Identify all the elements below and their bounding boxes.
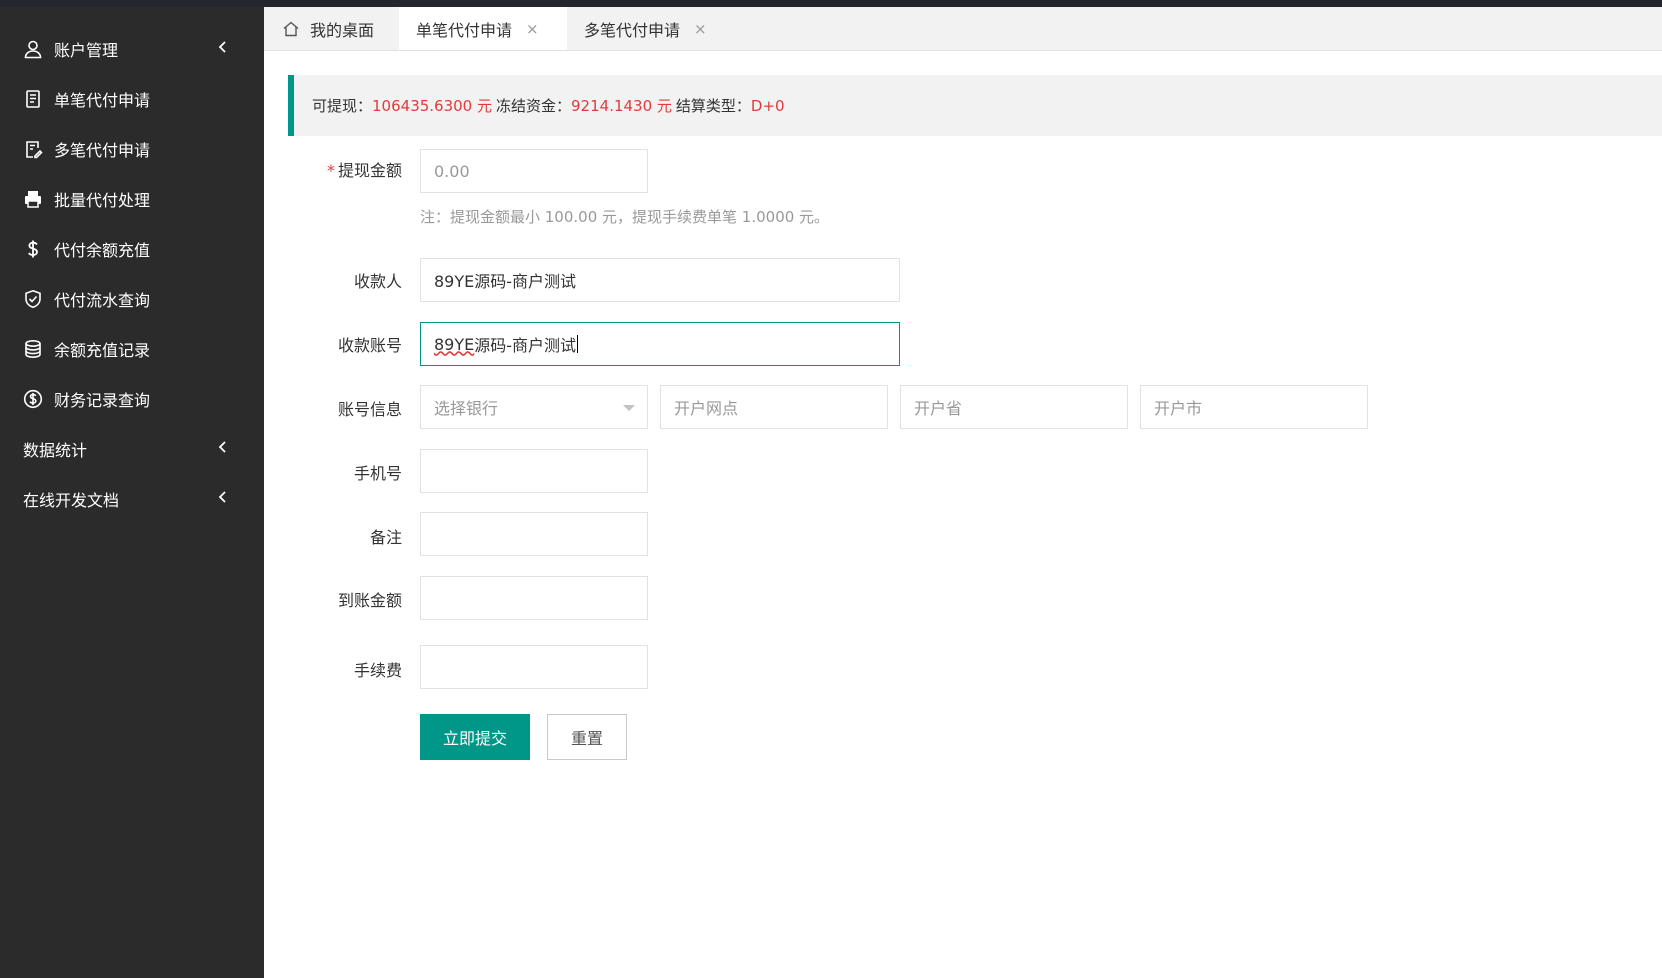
bankinfo-label: 账号信息: [337, 400, 402, 419]
sidebar-item-label: 财务记录查询: [54, 391, 151, 410]
payee-input[interactable]: 89YE源码-商户测试: [420, 258, 900, 302]
printer-icon: [22, 188, 44, 210]
arrival-amount-input[interactable]: [420, 576, 648, 620]
branch-input[interactable]: 开户网点: [660, 385, 888, 429]
remark-label: 备注: [369, 528, 402, 547]
sidebar-item-statistics[interactable]: 数据统计: [0, 429, 264, 469]
home-icon: [283, 21, 299, 36]
province-input[interactable]: 开户省: [900, 385, 1128, 429]
sidebar-item-label: 数据统计: [23, 441, 88, 460]
reset-button[interactable]: 重置: [547, 714, 627, 760]
arrival-amount-label: 到账金额: [337, 591, 402, 610]
tab-multi-payout[interactable]: 多笔代付申请 ×: [584, 7, 707, 50]
sidebar-item-single-payout[interactable]: 单笔代付申请: [0, 79, 264, 119]
balance-notice: 可提现： 106435.6300 元 冻结资金： 9214.1430 元 结算类…: [288, 75, 1662, 136]
bank-select[interactable]: 选择银行: [420, 385, 648, 429]
frozen-value: 9214.1430 元: [571, 97, 672, 115]
tab-single-payout[interactable]: 单笔代付申请 ×: [399, 7, 567, 50]
withdrawable-value: 106435.6300 元: [372, 97, 492, 115]
dollar-circle-icon: [22, 388, 44, 410]
document-icon: [22, 88, 44, 110]
sidebar-item-label: 单笔代付申请: [54, 91, 151, 110]
sidebar-item-label: 代付流水查询: [54, 291, 151, 310]
sidebar-item-topup-records[interactable]: 余额充值记录: [0, 329, 264, 369]
amount-input[interactable]: 0.00: [420, 149, 648, 193]
payee-label: 收款人: [353, 272, 402, 291]
database-icon: [22, 338, 44, 360]
sidebar-item-label: 批量代付处理: [54, 191, 151, 210]
close-icon[interactable]: ×: [526, 20, 539, 38]
user-icon: [22, 38, 44, 60]
close-icon[interactable]: ×: [694, 20, 707, 38]
sidebar-item-label: 在线开发文档: [23, 491, 120, 510]
phone-input[interactable]: [420, 449, 648, 493]
sidebar-item-multi-payout[interactable]: 多笔代付申请: [0, 129, 264, 169]
dollar-icon: [22, 238, 44, 260]
amount-label: * 提现金额: [326, 161, 402, 180]
sidebar-item-label: 代付余额充值: [54, 241, 151, 260]
sidebar-item-label: 账户管理: [54, 41, 119, 60]
phone-label: 手机号: [353, 464, 402, 483]
frozen-label: 冻结资金：: [496, 97, 572, 115]
sidebar-item-payout-flow[interactable]: 代付流水查询: [0, 279, 264, 319]
account-input[interactable]: 89YE 源码-商户测试: [420, 322, 900, 366]
withdrawable-label: 可提现：: [312, 97, 373, 115]
sidebar-item-balance-topup[interactable]: 代付余额充值: [0, 229, 264, 269]
sidebar: 账户管理 单笔代付申请 多笔代付申请 批量代付处理 代付余额充值 代付流水查询: [0, 7, 264, 978]
submit-button[interactable]: 立即提交: [420, 714, 530, 760]
tab-my-desktop[interactable]: 我的桌面: [282, 7, 374, 50]
chevron-left-icon: [218, 491, 226, 503]
tab-label: 单笔代付申请: [416, 20, 513, 40]
city-input[interactable]: 开户市: [1140, 385, 1368, 429]
remark-input[interactable]: [420, 512, 648, 556]
sidebar-item-batch-payout[interactable]: 批量代付处理: [0, 179, 264, 219]
sidebar-item-label: 余额充值记录: [54, 341, 151, 360]
required-mark: *: [326, 161, 335, 180]
tab-label: 我的桌面: [310, 20, 375, 40]
fee-label: 手续费: [353, 661, 402, 680]
account-label: 收款账号: [337, 336, 402, 355]
dropdown-arrow-icon: [623, 405, 635, 411]
top-bar: [0, 0, 1662, 7]
sidebar-item-label: 多笔代付申请: [54, 141, 151, 160]
tab-label: 多笔代付申请: [584, 20, 681, 40]
sidebar-item-dev-docs[interactable]: 在线开发文档: [0, 479, 264, 519]
chevron-left-icon: [218, 41, 226, 53]
amount-hint: 注：提现金额最小 100.00 元，提现手续费单笔 1.0000 元。: [420, 208, 830, 226]
document-edit-icon: [22, 138, 44, 160]
sidebar-item-finance-records[interactable]: 财务记录查询: [0, 379, 264, 419]
sidebar-item-account[interactable]: 账户管理: [0, 29, 264, 69]
chevron-left-icon: [218, 441, 226, 453]
tab-bar: 我的桌面 单笔代付申请 × 多笔代付申请 ×: [264, 7, 1662, 51]
shield-check-icon: [22, 288, 44, 310]
fee-input[interactable]: [420, 645, 648, 689]
settle-label: 结算类型：: [675, 97, 751, 115]
settle-value: D+0: [750, 96, 785, 115]
